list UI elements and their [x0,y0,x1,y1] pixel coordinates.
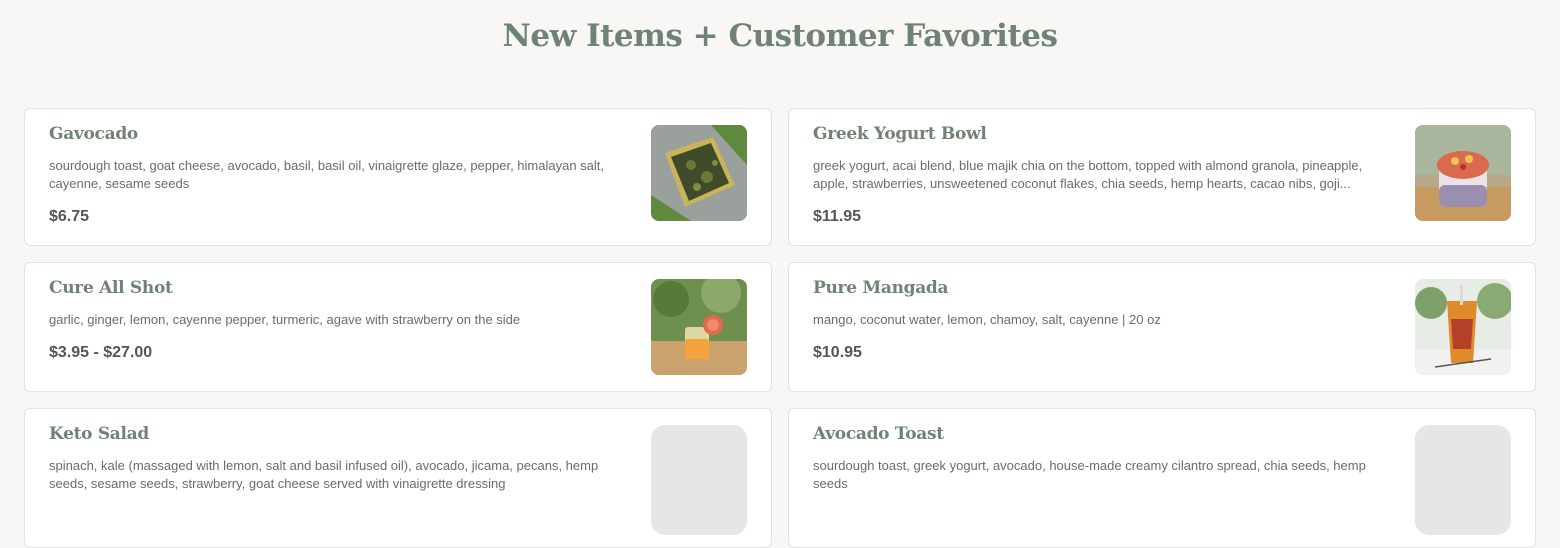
greek-yogurt-bowl-photo[interactable] [1415,125,1511,221]
item-description: greek yogurt, acai blend, blue majik chi… [813,158,1363,191]
item-name: Avocado Toast [813,424,944,444]
section-title: New Items + Customer Favorites [502,18,1058,54]
menu-item-card[interactable]: Gavocado sourdough toast, goat cheese, a… [24,108,772,246]
pure-mangada-photo[interactable] [1415,279,1511,375]
item-description: sourdough toast, goat cheese, avocado, b… [49,158,605,191]
item-description: garlic, ginger, lemon, cayenne pepper, t… [49,312,521,327]
item-description: mango, coconut water, lemon, chamoy, sal… [813,312,1161,327]
item-name: Pure Mangada [813,278,949,298]
menu-grid: Gavocado sourdough toast, goat cheese, a… [24,108,1536,548]
item-name: Greek Yogurt Bowl [813,124,987,144]
menu-item-card[interactable]: Cure All Shot garlic, ginger, lemon, cay… [24,262,772,392]
menu-item-card[interactable]: Pure Mangada mango, coconut water, lemon… [788,262,1536,392]
image-placeholder [651,425,747,535]
menu-item-card[interactable]: Keto Salad spinach, kale (massaged with … [24,408,772,548]
item-description: spinach, kale (massaged with lemon, salt… [49,458,599,491]
item-name: Keto Salad [49,424,149,444]
item-price: $11.95 [813,208,862,225]
item-price: $3.95 - $27.00 [49,344,153,361]
gavocado-photo[interactable] [651,125,747,221]
item-price: $10.95 [813,344,862,361]
menu-item-card[interactable]: Greek Yogurt Bowl greek yogurt, acai ble… [788,108,1536,246]
image-placeholder [1415,425,1511,535]
cure-all-shot-photo[interactable] [651,279,747,375]
menu-item-card[interactable]: Avocado Toast sourdough toast, greek yog… [788,408,1536,548]
item-name: Cure All Shot [49,278,173,298]
item-description: sourdough toast, greek yogurt, avocado, … [813,458,1366,491]
item-name: Gavocado [49,124,138,144]
item-price: $6.75 [49,208,90,225]
